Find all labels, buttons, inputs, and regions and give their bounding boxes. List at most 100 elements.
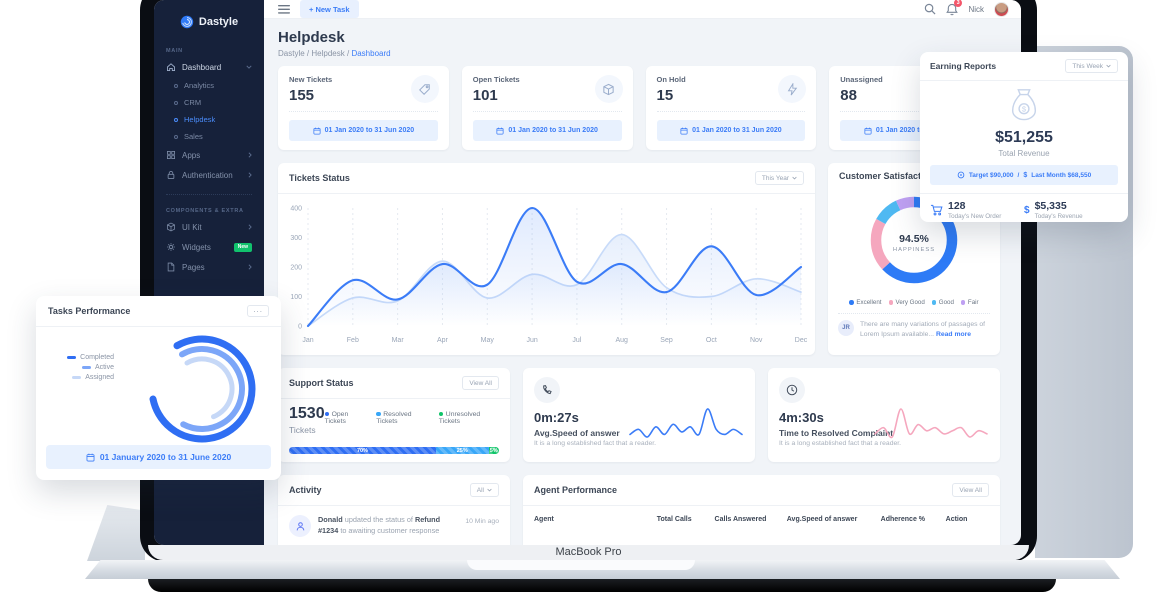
sidebar-item-apps[interactable]: Apps: [154, 145, 264, 165]
support-progress-bar: 70%25%5%: [289, 447, 499, 454]
chevron-right-icon: [248, 152, 252, 158]
phone-icon: [534, 377, 560, 403]
read-more-link[interactable]: Read more: [936, 331, 971, 338]
sidebar-section-components: COMPONENTS & EXTRA: [166, 208, 252, 214]
sidebar-item-ui-kit[interactable]: UI Kit: [154, 217, 264, 237]
col-total-calls[interactable]: Total Calls: [657, 516, 715, 523]
breadcrumb-root[interactable]: Dastyle: [278, 49, 305, 58]
clock-icon: [779, 377, 805, 403]
svg-text:Oct: Oct: [706, 337, 717, 344]
activity-filter-dropdown[interactable]: All: [470, 483, 499, 497]
chevron-right-icon: [248, 172, 252, 178]
money-bag-icon: $: [1008, 87, 1040, 121]
svg-text:Nov: Nov: [750, 337, 763, 344]
agent-table-header: Agent Total Calls Calls Answered Avg.Spe…: [523, 506, 1000, 533]
breadcrumb-current: Dashboard: [351, 49, 390, 58]
note-avatar: JR: [838, 320, 854, 336]
dashboard-content: Helpdesk Dastyle / Helpdesk / Dashboard …: [264, 19, 1021, 545]
sidebar-item-helpdesk[interactable]: Helpdesk: [154, 111, 264, 128]
legend-good: Good: [932, 299, 954, 306]
date-range-pill[interactable]: 01 Jan 2020 to 31 Jun 2020: [473, 120, 622, 141]
tasks-date-range-pill[interactable]: 01 January 2020 to 31 June 2020: [46, 445, 271, 469]
sidebar-item-pages[interactable]: Pages: [154, 257, 264, 277]
svg-text:Dec: Dec: [795, 337, 808, 344]
legend-fair: Fair: [961, 299, 979, 306]
target-icon: [957, 171, 965, 179]
svg-text:Apr: Apr: [437, 337, 449, 344]
bell-icon[interactable]: 3: [946, 3, 958, 16]
chevron-right-icon: [248, 264, 252, 270]
svg-text:Jun: Jun: [526, 337, 537, 344]
date-range-pill[interactable]: 01 Jan 2020 to 31 Jun 2020: [289, 120, 438, 141]
todays-new-order: 128 Today's New Order: [930, 201, 1024, 220]
chevron-down-icon: [1106, 64, 1111, 68]
stat-card-open-tickets: Open Tickets 101 01 Jan 2020 to 31 Jun 2: [462, 66, 633, 150]
date-range-pill[interactable]: 01 Jan 2020 to 31 Jun 2020: [657, 120, 806, 141]
new-task-button[interactable]: + New Task: [300, 0, 359, 18]
activity-user: Donald: [318, 515, 343, 524]
col-calls-answered[interactable]: Calls Answered: [715, 516, 787, 523]
svg-text:Aug: Aug: [615, 337, 628, 344]
gear-icon: [166, 242, 176, 252]
breadcrumb-section[interactable]: Helpdesk: [311, 49, 344, 58]
svg-text:0: 0: [298, 324, 302, 331]
earning-reports-card: Earning Reports This Week $ $51,255 Tota…: [920, 52, 1128, 222]
tasks-radial-chart: [117, 329, 277, 447]
view-all-button[interactable]: View All: [952, 483, 989, 497]
sidebar-item-analytics[interactable]: Analytics: [154, 77, 264, 94]
sidebar-item-sales[interactable]: Sales: [154, 128, 264, 145]
laptop-base-notch: [467, 560, 695, 570]
svg-text:300: 300: [290, 235, 302, 242]
stat-card-on-hold: On Hold 15 01 Jan 2020 to 31 Jun 2020: [646, 66, 817, 150]
bullet-icon: [174, 135, 178, 139]
col-agent[interactable]: Agent: [534, 516, 657, 523]
search-icon[interactable]: [924, 3, 936, 15]
col-adherence[interactable]: Adherence %: [881, 516, 946, 523]
view-all-button[interactable]: View All: [462, 376, 499, 390]
sidebar-item-dashboard[interactable]: Dashboard: [154, 57, 264, 77]
user-name: Nick: [968, 5, 984, 14]
sidebar-item-authentication[interactable]: Authentication: [154, 165, 264, 185]
laptop-shadow: [148, 579, 1056, 592]
calendar-icon: [864, 127, 872, 135]
sidebar-item-crm[interactable]: CRM: [154, 94, 264, 111]
bullet-icon: [174, 118, 178, 122]
sidebar-item-widgets[interactable]: Widgets New: [154, 237, 264, 257]
chevron-down-icon: [792, 176, 797, 180]
total-tickets-value: 1530: [289, 406, 325, 422]
total-revenue-value: $51,255: [920, 129, 1128, 147]
more-menu-button[interactable]: ...: [247, 305, 269, 317]
year-filter-dropdown[interactable]: This Year: [755, 171, 804, 185]
sidebar-divider: [166, 194, 252, 195]
activity-panel: Activity All: [278, 475, 510, 545]
stage: Dastyle MAIN Dashboard Analytics: [0, 0, 1175, 594]
resolve-sparkline: [872, 404, 990, 442]
resolve-time-card: 4m:30s Time to Resolved Complaint It is …: [768, 368, 1000, 462]
avg-speed-card: 0m:27s Avg.Speed of answer It is a long …: [523, 368, 755, 462]
laptop-chin: MacBook Pro: [148, 545, 1029, 560]
user-avatar[interactable]: [994, 2, 1009, 17]
chevron-down-icon: [487, 488, 492, 492]
legend-assigned: Assigned: [46, 374, 114, 381]
home-icon: [166, 62, 176, 72]
topbar: + New Task 3 Nick: [264, 0, 1021, 19]
activity-time: 10 Min ago: [465, 515, 499, 537]
dollar-icon: $: [1024, 205, 1030, 216]
svg-text:100: 100: [290, 294, 302, 301]
file-icon: [166, 262, 176, 272]
legend-resolved-tickets: Resolved Tickets: [376, 411, 431, 425]
bullet-icon: [174, 84, 178, 88]
svg-text:May: May: [481, 337, 495, 344]
legend-unresolved-tickets: Unresolved Tickets: [439, 411, 499, 425]
week-filter-dropdown[interactable]: This Week: [1065, 59, 1118, 73]
support-status-panel: Support Status View All 1530 Tickets: [278, 368, 510, 462]
activity-item[interactable]: Donald updated the status of Refund #123…: [278, 506, 510, 545]
main-area: + New Task 3 Nick Helpdesk: [264, 0, 1021, 545]
col-avg-speed[interactable]: Avg.Speed of answer: [787, 516, 881, 523]
hamburger-menu-icon[interactable]: [278, 5, 290, 14]
satisfaction-note: JR There are many variations of passages…: [838, 313, 990, 340]
happiness-label: HAPPINESS: [893, 247, 935, 253]
col-action: Action: [946, 516, 989, 523]
brand-logo[interactable]: Dastyle: [154, 9, 264, 35]
speed-sparkline: [627, 404, 745, 442]
